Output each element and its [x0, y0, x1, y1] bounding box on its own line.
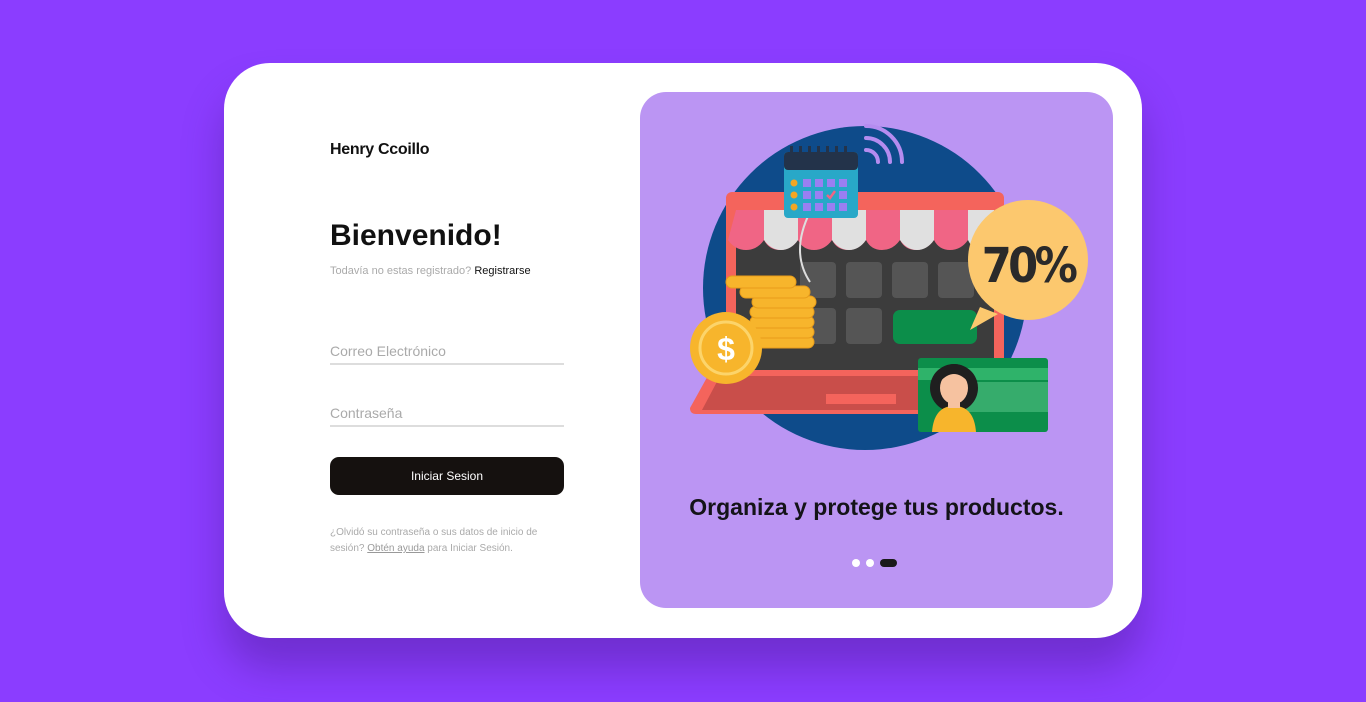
- promo-carousel: $ 70% Organiza y protege tus productos.: [640, 92, 1113, 608]
- help-text-after: para Iniciar Sesión.: [427, 543, 513, 554]
- login-card: Henry Ccoillo Bienvenido! Todavía no est…: [224, 63, 1142, 638]
- carousel-dot-3[interactable]: [880, 559, 897, 567]
- login-button[interactable]: Iniciar Sesion: [330, 457, 564, 495]
- signup-prompt: Todavía no estas registrado? Registrarse: [330, 265, 531, 277]
- signup-prompt-text: Todavía no estas registrado?: [330, 265, 472, 277]
- carousel-dot-2[interactable]: [866, 559, 874, 567]
- help-link[interactable]: Obtén ayuda: [367, 543, 424, 554]
- carousel-dot-1[interactable]: [852, 559, 860, 567]
- signup-link[interactable]: Registrarse: [474, 265, 530, 277]
- profile-card-icon: [918, 358, 1048, 432]
- discount-bubble-icon: 70%: [968, 200, 1088, 330]
- store-illustration: $ 70%: [690, 124, 1088, 450]
- password-field[interactable]: [330, 401, 564, 427]
- carousel-caption: Organiza y protege tus productos.: [689, 494, 1064, 520]
- help-text: ¿Olvidó su contraseña o sus datos de ini…: [330, 525, 570, 557]
- discount-text: 70%: [982, 238, 1077, 294]
- brand-name: Henry Ccoillo: [330, 141, 430, 158]
- page-title: Bienvenido!: [330, 219, 502, 252]
- carousel-dots: [852, 559, 897, 567]
- email-field[interactable]: [330, 339, 564, 365]
- svg-text:$: $: [717, 331, 735, 367]
